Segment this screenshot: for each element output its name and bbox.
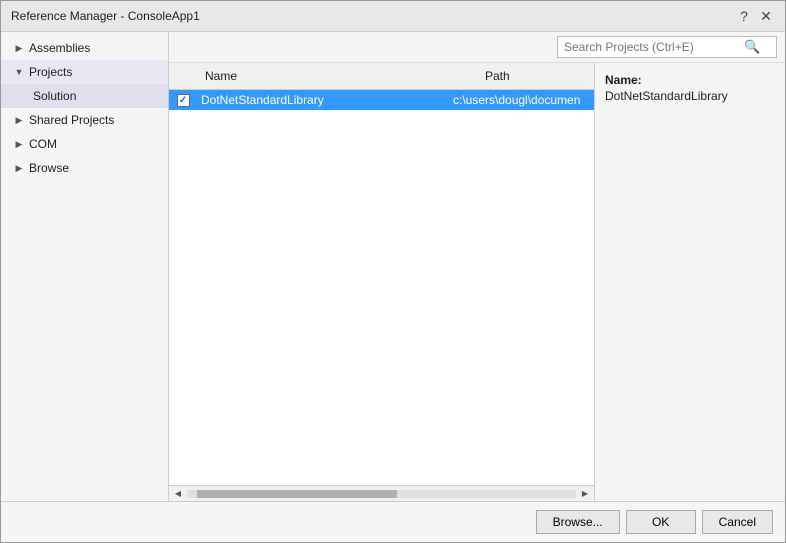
search-input[interactable] [564,40,744,54]
header-path: Path [477,67,594,85]
arrow-icon-shared [13,114,25,126]
detail-name-value: DotNetStandardLibrary [605,89,775,103]
table-area: Name Path DotNetStandardLibrary c:\users… [169,63,785,501]
reference-manager-dialog: Reference Manager - ConsoleApp1 ? ✕ Asse… [0,0,786,543]
checkbox-icon[interactable] [177,94,190,107]
search-icon: 🔍 [744,39,760,55]
main-area: 🔍 Name Path [169,32,785,501]
title-bar: Reference Manager - ConsoleApp1 ? ✕ [1,1,785,32]
top-bar: 🔍 [169,32,785,63]
footer: Browse... OK Cancel [1,501,785,542]
arrow-icon-assemblies [13,42,25,54]
sidebar-item-solution[interactable]: Solution [1,84,168,108]
help-button[interactable]: ? [735,7,753,25]
scroll-left-arrow[interactable]: ◀ [171,487,185,501]
cancel-button[interactable]: Cancel [702,510,773,534]
detail-panel: Name: DotNetStandardLibrary [595,63,785,501]
arrow-icon-projects [13,66,25,78]
title-bar-controls: ? ✕ [735,7,775,25]
table-row[interactable]: DotNetStandardLibrary c:\users\dougl\doc… [169,90,594,110]
sidebar-item-assemblies[interactable]: Assemblies [1,36,168,60]
main-content: Assemblies Projects Solution Shared Proj… [1,32,785,501]
table-body: DotNetStandardLibrary c:\users\dougl\doc… [169,90,594,485]
browse-button[interactable]: Browse... [536,510,620,534]
search-box[interactable]: 🔍 [557,36,777,58]
scroll-right-arrow[interactable]: ▶ [578,487,592,501]
scroll-track[interactable] [187,490,576,498]
sidebar-label-projects: Projects [29,65,72,79]
detail-name-label: Name: [605,73,775,87]
header-checkbox-col [169,67,197,85]
sidebar-label-com: COM [29,137,57,151]
sidebar-item-com[interactable]: COM [1,132,168,156]
list-panel: Name Path DotNetStandardLibrary c:\users… [169,63,595,501]
sidebar-label-solution: Solution [33,89,76,103]
sidebar-item-browse[interactable]: Browse [1,156,168,180]
arrow-icon-browse [13,162,25,174]
sidebar: Assemblies Projects Solution Shared Proj… [1,32,169,501]
row-name: DotNetStandardLibrary [197,93,449,107]
arrow-icon-com [13,138,25,150]
sidebar-label-assemblies: Assemblies [29,41,90,55]
sidebar-label-shared-projects: Shared Projects [29,113,114,127]
sidebar-item-projects[interactable]: Projects [1,60,168,84]
table-header: Name Path [169,63,594,90]
close-button[interactable]: ✕ [757,7,775,25]
header-name: Name [197,67,477,85]
scroll-thumb[interactable] [197,490,397,498]
sidebar-label-browse: Browse [29,161,69,175]
row-checkbox[interactable] [169,94,197,107]
row-path: c:\users\dougl\documen [449,93,594,107]
dialog-title: Reference Manager - ConsoleApp1 [11,9,200,23]
ok-button[interactable]: OK [626,510,696,534]
sidebar-item-shared-projects[interactable]: Shared Projects [1,108,168,132]
horizontal-scrollbar[interactable]: ◀ ▶ [169,485,594,501]
